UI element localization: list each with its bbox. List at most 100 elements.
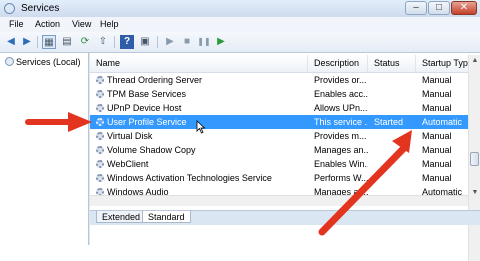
service-status	[368, 171, 416, 185]
service-description: Provides m...	[314, 131, 367, 141]
service-status	[368, 129, 416, 143]
service-row[interactable]: Volume Shadow Copy Manages an... Manual	[90, 143, 468, 157]
forward-arrow-icon[interactable]: ▶	[20, 35, 34, 49]
scroll-up-icon[interactable]: ▲	[470, 56, 480, 66]
minimize-button[interactable]: –	[405, 1, 427, 15]
service-row[interactable]: Thread Ordering Server Provides or... Manu…	[90, 73, 468, 87]
menu-action[interactable]: Action	[35, 19, 60, 29]
toolbar: ◀ ▶ ▦ ▤ ⟳ ⇧ ? ▣ ▶ ■ ❚❚ ▶	[0, 32, 480, 53]
column-header-status[interactable]: Status	[368, 55, 416, 72]
scroll-down-icon[interactable]: ▼	[470, 188, 480, 198]
service-gear-icon	[96, 160, 104, 168]
mouse-cursor-icon	[196, 120, 206, 134]
column-header-startup-type[interactable]: Startup Typ	[416, 55, 468, 72]
service-name-text: TPM Base Services	[107, 89, 187, 99]
scroll-thumb[interactable]	[470, 152, 479, 166]
toolbar-separator	[37, 36, 38, 48]
service-status	[368, 87, 416, 101]
services-app-icon	[4, 3, 15, 14]
console-tree-pane: Services (Local)	[0, 53, 89, 245]
service-status: Started	[374, 117, 404, 127]
service-description: Manages an...	[314, 145, 368, 155]
service-description: Allows UPn...	[314, 103, 368, 113]
service-gear-icon	[96, 146, 104, 154]
service-description: Enables acc...	[314, 89, 368, 99]
service-startup-type: Manual	[422, 103, 452, 113]
tree-item-label: Services (Local)	[16, 57, 81, 67]
refresh-icon[interactable]: ⟳	[78, 35, 92, 49]
service-name-text: UPnP Device Host	[107, 103, 182, 113]
services-window: Services – □ ✕ File Action View Help ◀ ▶…	[0, 0, 480, 261]
column-header-description[interactable]: Description	[308, 55, 368, 72]
start-service-icon[interactable]: ▶	[163, 35, 177, 49]
close-button[interactable]: ✕	[451, 1, 477, 15]
service-status	[368, 101, 416, 115]
menu-help[interactable]: Help	[100, 19, 119, 29]
view-tabs: Extended Standard	[90, 210, 480, 225]
service-row[interactable]: Virtual Disk Provides m... Manual	[90, 129, 468, 143]
column-header-row: Name Description Status Startup Typ	[90, 55, 468, 73]
service-row[interactable]: UPnP Device Host Allows UPn... Manual	[90, 101, 468, 115]
service-startup-type: Manual	[422, 75, 452, 85]
tab-standard[interactable]: Standard	[142, 211, 191, 223]
service-status	[368, 143, 416, 157]
service-name-text: Volume Shadow Copy	[107, 145, 196, 155]
toolbar-separator	[114, 36, 115, 48]
service-name: Windows Activation Technologies Service	[90, 171, 308, 185]
service-name: Thread Ordering Server	[90, 73, 308, 87]
service-name-text: WebClient	[107, 159, 149, 169]
service-gear-icon	[96, 90, 104, 98]
pause-service-icon[interactable]: ❚❚	[197, 35, 211, 49]
help-icon[interactable]: ?	[120, 35, 134, 49]
service-description: Enables Win...	[314, 159, 368, 169]
service-row[interactable]: TPM Base Services Enables acc... Manual	[90, 87, 468, 101]
service-startup-type: Manual	[422, 159, 452, 169]
service-name-text: Virtual Disk	[107, 131, 153, 141]
service-gear-icon	[96, 132, 104, 140]
service-startup-type: Manual	[422, 173, 452, 183]
service-gear-icon	[96, 104, 104, 112]
export-list-icon[interactable]: ⇧	[96, 35, 110, 49]
show-hide-tree-icon[interactable]: ▦	[42, 35, 56, 49]
service-gear-icon	[96, 76, 104, 84]
service-startup-type: Manual	[422, 131, 452, 141]
service-name-text: User Profile Service	[107, 117, 187, 127]
horizontal-scrollbar[interactable]	[90, 195, 468, 206]
menu-view[interactable]: View	[72, 19, 91, 29]
console-icon[interactable]: ▣	[138, 35, 152, 49]
service-status	[368, 73, 416, 87]
stop-service-icon[interactable]: ■	[180, 35, 194, 49]
service-gear-icon	[96, 174, 104, 182]
toolbar-separator	[157, 36, 158, 48]
service-row[interactable]: Windows Activation Technologies Service P…	[90, 171, 468, 185]
tab-extended[interactable]: Extended	[96, 211, 147, 223]
service-name: Volume Shadow Copy	[90, 143, 308, 157]
service-description: This service ...	[314, 117, 368, 127]
properties-icon[interactable]: ▤	[60, 35, 74, 49]
title-bar: Services – □ ✕	[0, 0, 480, 17]
service-startup-type: Manual	[422, 89, 452, 99]
service-status	[368, 157, 416, 171]
restart-service-icon[interactable]: ▶	[214, 35, 228, 49]
service-gear-icon	[96, 118, 104, 126]
service-name: TPM Base Services	[90, 87, 308, 101]
tree-item-services-local[interactable]: Services (Local)	[5, 57, 81, 67]
service-description: Performs W...	[314, 173, 368, 183]
vertical-scrollbar[interactable]: ▲ ▼	[468, 55, 480, 261]
menu-bar: File Action View Help	[0, 17, 480, 33]
service-startup-type: Manual	[422, 145, 452, 155]
service-startup-type: Automatic	[422, 117, 463, 127]
service-row[interactable]: User Profile Service This service ... Star…	[90, 115, 468, 129]
service-description: Provides or...	[314, 75, 367, 85]
service-name: UPnP Device Host	[90, 101, 308, 115]
column-header-name[interactable]: Name	[90, 55, 308, 72]
service-row[interactable]: WebClient Enables Win... Manual	[90, 157, 468, 171]
service-name-text: Thread Ordering Server	[107, 75, 203, 85]
service-name: WebClient	[90, 157, 308, 171]
window-title: Services	[21, 3, 60, 14]
menu-file[interactable]: File	[9, 19, 24, 29]
back-arrow-icon[interactable]: ◀	[4, 35, 18, 49]
service-name-text: Windows Activation Technologies Service	[107, 173, 272, 183]
services-local-icon	[5, 57, 14, 66]
maximize-button[interactable]: □	[428, 1, 450, 15]
